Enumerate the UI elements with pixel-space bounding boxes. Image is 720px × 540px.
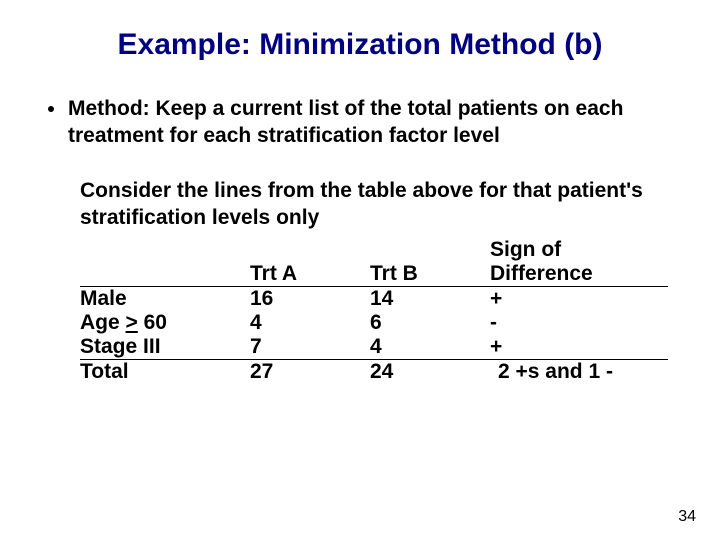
row-label: Age > 60 [80,311,250,335]
row-trt-a: 27 [250,359,370,384]
header-label-blank [80,262,250,287]
header-sign-line2: Difference [490,262,668,287]
row-trt-b: 6 [370,311,490,335]
row-trt-a: 7 [250,335,370,360]
slide-title: Example: Minimization Method (b) [48,28,672,62]
table-header-row-2: Trt A Trt B Difference [80,262,668,287]
row-label: Stage III [80,335,250,360]
age-prefix: Age [80,311,126,334]
table-header-row-1: Sign of [80,238,668,262]
slide: Example: Minimization Method (b) Method:… [0,0,720,540]
table-row: Male 16 14 + [80,286,668,311]
table-row: Stage III 7 4 + [80,335,668,360]
header-trt-a: Trt A [250,262,370,287]
header-sign-line1: Sign of [490,238,668,262]
ge-symbol: > [126,311,138,334]
row-sign: - [490,311,668,335]
bullet-dot-icon [48,106,54,112]
row-trt-a: 4 [250,311,370,335]
strata-table: Sign of Trt A Trt B Difference Male 16 1… [80,238,668,384]
bullet-item: Method: Keep a current list of the total… [48,96,672,150]
bullet-text: Method: Keep a current list of the total… [68,96,672,150]
row-trt-a: 16 [250,286,370,311]
header-trt-b: Trt B [370,262,490,287]
row-trt-b: 14 [370,286,490,311]
page-number: 34 [678,508,696,526]
header-trt-b-blank [370,238,490,262]
table-row: Age > 60 4 6 - [80,311,668,335]
row-label: Male [80,286,250,311]
header-trt-a-blank [250,238,370,262]
table-row-total: Total 27 24 2 +s and 1 - [80,359,668,384]
row-trt-b: 24 [370,359,490,384]
row-sign: 2 +s and 1 - [490,359,668,384]
sub-paragraph: Consider the lines from the table above … [80,178,672,232]
row-sign: + [490,335,668,360]
row-label: Total [80,359,250,384]
header-blank [80,238,250,262]
row-sign: + [490,286,668,311]
age-suffix: 60 [138,311,167,334]
row-trt-b: 4 [370,335,490,360]
